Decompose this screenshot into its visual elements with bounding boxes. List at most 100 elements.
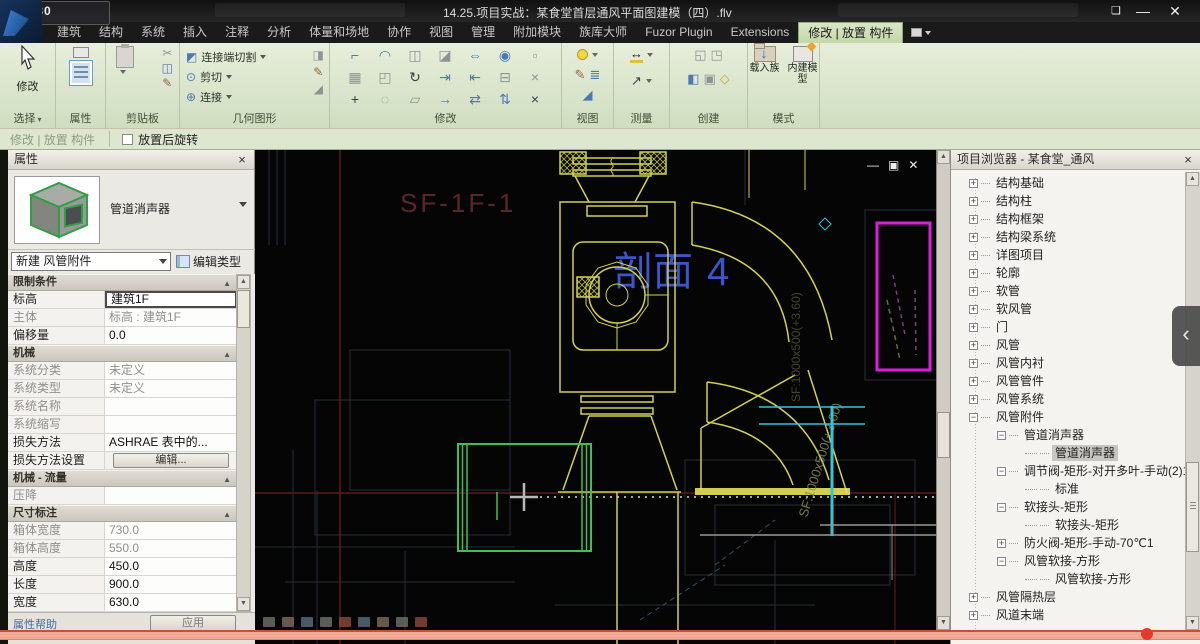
edit-type-button[interactable]: 编辑类型 [176,252,241,271]
tree-item-label[interactable]: 门 [993,319,1011,335]
type-selector-dropdown-icon[interactable] [239,202,247,207]
canvas-scroll-down-icon[interactable]: ▼ [937,616,950,630]
minimize-window-icon[interactable]: — [1132,2,1154,20]
property-value[interactable] [105,416,237,433]
tree-item-label[interactable]: 管道消声器 [1052,445,1118,461]
tree-item-软管[interactable]: +软管 [951,282,1185,300]
match-type-brush-icon[interactable]: ✎ [162,77,173,89]
tree-item-label[interactable]: 标准 [1052,481,1082,497]
property-value[interactable]: 未定义 [105,380,237,397]
tree-item-风管隔热层[interactable]: +风管隔热层 [951,588,1185,606]
group-icon[interactable]: ◰ [370,67,400,89]
crop-view-icon[interactable] [358,617,370,627]
canvas-scroll-up-icon[interactable]: ▲ [937,150,950,164]
tree-item-结构柱[interactable]: +结构柱 [951,192,1185,210]
demolish-hammer-icon[interactable]: ◢ [313,83,324,95]
temporary-hide-icon[interactable] [396,617,408,627]
expand-icon[interactable]: + [969,233,978,242]
tree-item-label[interactable]: 风管附件 [993,409,1047,425]
lightbulb-icon[interactable] [577,49,588,60]
drawing-area[interactable]: SF-1F-1 剖面 4 [255,150,950,644]
expand-icon[interactable]: + [969,215,978,224]
tree-item-label[interactable]: 风管系统 [993,391,1047,407]
cut-icon[interactable]: ✂ [162,47,173,59]
type-preview-row[interactable]: 管道消声器 [8,170,255,250]
select-panel-label[interactable]: 选择 [0,112,55,128]
collapse-section-icon[interactable]: ▲ [223,276,231,291]
revit-app-button[interactable] [0,0,42,43]
view-restore-icon[interactable]: ▣ [888,158,899,172]
tree-item-label[interactable]: 软风管 [993,301,1035,317]
tree-item-label[interactable]: 风道末端 [993,607,1047,623]
copy-icon[interactable]: ◫ [162,62,173,74]
tree-item-标准[interactable]: 标准 [951,480,1185,498]
tab-Extensions[interactable]: Extensions [722,22,799,43]
swap-icon[interactable]: ⇄ [460,89,490,111]
expand-icon[interactable]: + [969,287,978,296]
close-window-icon[interactable]: ✕ [1164,2,1186,20]
tree-item-label[interactable]: 轮廓 [993,265,1023,281]
sun-path-icon[interactable] [320,617,332,627]
tree-item-label[interactable]: 防火阀-矩形-手动-70℃1 [1021,535,1157,551]
measure-dropdown-icon[interactable] [647,53,653,57]
erase-icon[interactable]: × [520,89,550,111]
tree-item-软风管[interactable]: +软风管 [951,300,1185,318]
property-value[interactable]: 630.0 [105,594,237,611]
collapse-section-icon[interactable]: ▲ [223,472,231,487]
tree-item-label[interactable]: 软接头-矩形 [1052,517,1122,533]
modify-button[interactable]: 修改 [0,45,55,94]
tree-item-label[interactable]: 详图项目 [993,247,1047,263]
split-element-icon[interactable]: ⇔ [460,45,490,67]
create-assembly-icon[interactable]: ◳ [711,47,723,62]
tree-item-label[interactable]: 风管内衬 [993,355,1047,371]
view-close-icon[interactable]: ✕ [908,158,918,172]
properties-palette-icon[interactable] [69,60,93,86]
video-playhead[interactable] [1141,628,1153,640]
tree-item-label[interactable]: 管道消声器 [1021,427,1087,443]
tree-item-门[interactable]: +门 [951,318,1185,336]
expand-icon[interactable]: + [969,251,978,260]
collapse-icon[interactable]: − [997,503,1006,512]
scale-icon[interactable]: ▱ [400,89,430,111]
collapse-icon[interactable]: − [997,467,1006,476]
copy-icon[interactable]: ◌ [370,89,400,111]
tree-item-软接头-矩形[interactable]: −软接头-矩形 [951,498,1185,516]
expand-icon[interactable]: + [969,341,978,350]
scroll-down-icon[interactable]: ▼ [237,597,250,611]
view-minimize-icon[interactable]: — [867,158,879,172]
player-side-panel-toggle[interactable]: ‹ [1172,306,1200,366]
canvas-vertical-scrollbar[interactable]: ▲ ▼ [936,150,950,630]
tree-item-风管软接-方形[interactable]: 风管软接-方形 [951,570,1185,588]
tree-item-轮廓[interactable]: + 轮廓 [951,264,1185,282]
expand-icon[interactable]: + [969,269,978,278]
tree-item-label[interactable]: 调节阀-矩形-对开多叶-手动(2)1 [1021,463,1185,479]
project-browser-close-icon[interactable]: × [1180,150,1196,169]
load-family-button[interactable]: ↓ 载入族 [749,46,781,85]
detail-level-icon[interactable] [282,617,294,627]
property-value[interactable]: 未定义 [105,362,237,379]
layers-icon[interactable]: ≣ [590,67,601,82]
delete-icon[interactable]: × [520,67,550,89]
collapse-section-icon[interactable]: ▲ [223,507,231,522]
tab-结构[interactable]: 结构 [90,22,132,43]
property-value[interactable]: 建筑1F [105,291,237,308]
tab-分析[interactable]: 分析 [258,22,300,43]
paste-icon[interactable] [116,46,134,68]
tree-item-结构基础[interactable]: +结构基础 [951,174,1185,192]
wall-joins-icon[interactable]: ◨ [313,49,324,61]
edit-settings-button[interactable]: 编辑... [113,453,229,468]
browser-scroll-down-icon[interactable]: ▼ [1186,616,1199,630]
property-value[interactable]: 550.0 [105,540,237,557]
collapse-icon[interactable]: − [969,413,978,422]
browser-scroll-up-icon[interactable]: ▲ [1186,172,1199,186]
dimension-icon[interactable]: ↗ [631,73,642,88]
tree-item-风管管件[interactable]: +风管管件 [951,372,1185,390]
properties-close-icon[interactable]: × [234,150,250,169]
split-gap-icon[interactable]: ◉ [490,45,520,67]
scale-chip-icon[interactable] [263,617,275,627]
join-geometry-button[interactable]: ⊕ 连接 [186,87,329,107]
corner-joint-icon[interactable]: ▫ [520,45,550,67]
tree-item-软接头-矩形[interactable]: 软接头-矩形 [951,516,1185,534]
instance-selector-combo[interactable]: 新建 风管附件 [11,252,171,271]
expand-icon[interactable]: + [969,395,978,404]
